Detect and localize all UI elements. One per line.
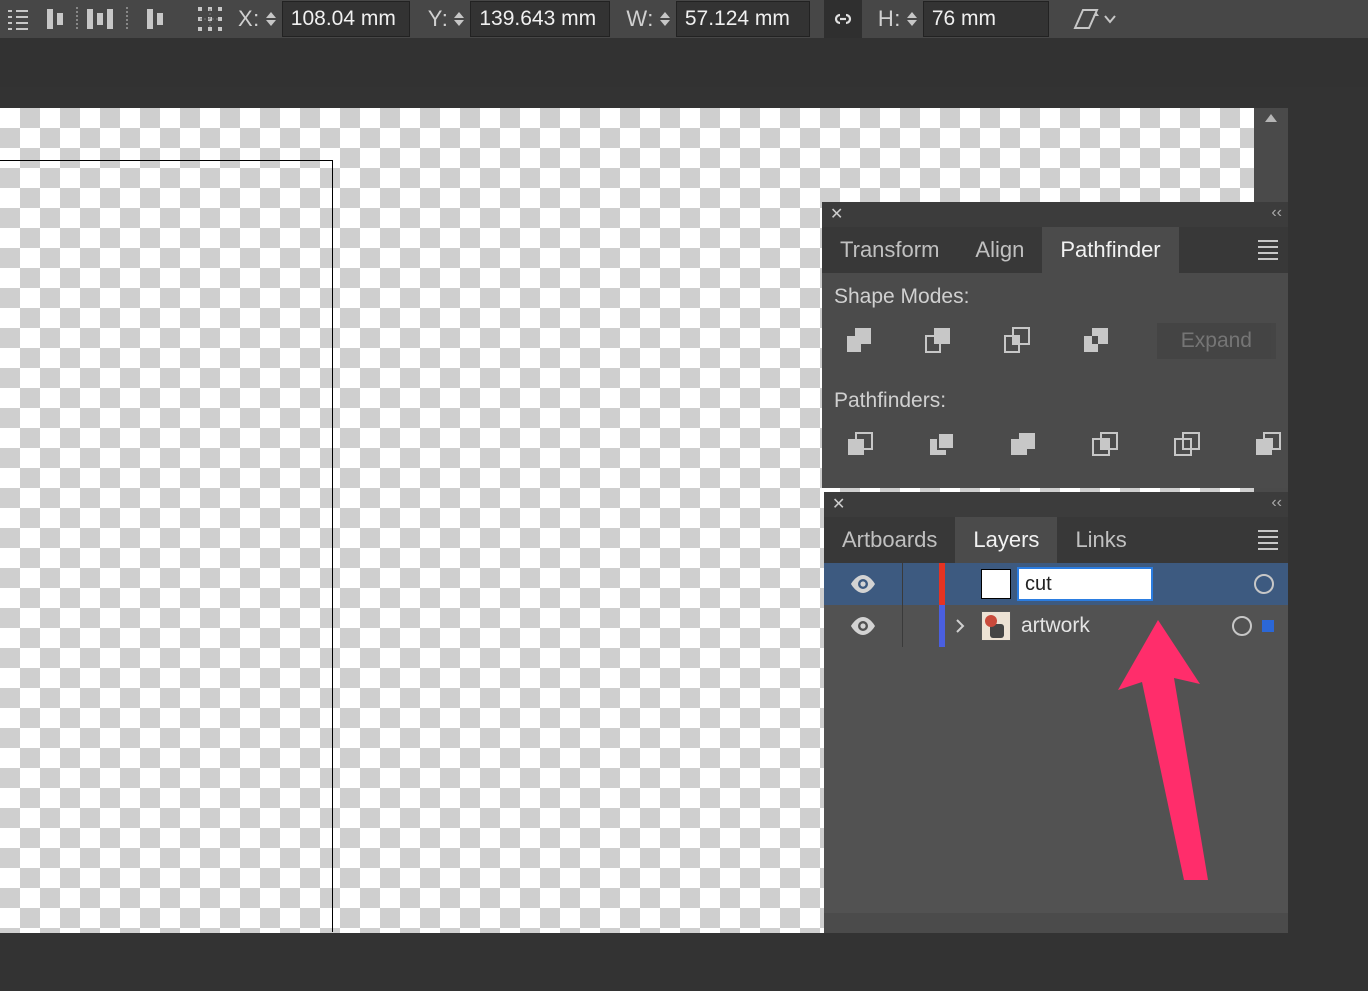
minus-back-icon[interactable] [1248,423,1288,467]
pathfinders-label: Pathfinders: [822,377,1288,423]
target-icon[interactable] [1254,574,1274,594]
divide-icon[interactable] [840,423,880,467]
tab-layers[interactable]: Layers [955,517,1057,563]
shear-transform-icon[interactable] [1071,0,1101,38]
h-value-input[interactable]: 76 mm [923,1,1049,37]
layer-name-input[interactable] [1017,567,1153,601]
align-distribute-group-icon[interactable] [36,0,186,38]
chevron-right-icon [955,619,965,633]
y-label: Y: [428,0,449,38]
w-label: W: [626,0,653,38]
tab-row: Artboards Layers Links [824,517,1288,563]
x-value-input[interactable]: 108.04 mm [282,1,410,37]
layer-row[interactable] [824,563,1288,605]
layer-list: artwork [824,563,1288,913]
visibility-toggle[interactable] [824,605,902,647]
transform-dropdown-icon[interactable] [1103,0,1117,38]
lock-toggle[interactable] [902,605,939,647]
tab-row: Transform Align Pathfinder [822,227,1288,273]
visibility-toggle[interactable] [824,563,902,605]
outline-icon[interactable] [1167,423,1207,467]
scroll-up-arrow-icon[interactable] [1265,114,1277,122]
tab-align[interactable]: Align [957,227,1042,273]
paragraph-align-icon[interactable] [0,0,36,38]
panel-titlebar[interactable]: ✕ ‹‹ [824,492,1288,517]
eye-icon [850,617,876,635]
x-label: X: [238,0,260,38]
w-spinner[interactable] [660,0,670,38]
panel-titlebar[interactable]: ✕ ‹‹ [822,202,1288,227]
reference-point-icon[interactable] [186,0,234,38]
link-proportions-icon[interactable] [824,0,862,38]
tab-pathfinder[interactable]: Pathfinder [1042,227,1178,273]
tab-links[interactable]: Links [1057,517,1144,563]
tab-transform[interactable]: Transform [822,227,957,273]
merge-icon[interactable] [1003,423,1043,467]
shape-modes-row: Expand [822,319,1288,377]
layer-thumbnail[interactable] [981,611,1011,641]
eye-icon [850,575,876,593]
target-icon[interactable] [1232,616,1252,636]
h-label: H: [878,0,901,38]
artboard-outline [0,160,333,932]
w-value-input[interactable]: 57.124 mm [676,1,810,37]
lock-toggle[interactable] [902,563,939,605]
x-spinner[interactable] [266,0,276,38]
toolbar-spacer [0,38,1368,87]
trim-icon[interactable] [922,423,962,467]
expand-toggle[interactable] [945,563,975,605]
y-value-input[interactable]: 139.643 mm [470,1,610,37]
tab-artboards[interactable]: Artboards [824,517,955,563]
pathfinders-row [822,423,1288,481]
expand-button: Expand [1157,323,1276,359]
panel-menu-icon[interactable] [1258,240,1278,260]
layer-thumbnail[interactable] [981,569,1011,599]
layers-panel: ✕ ‹‹ Artboards Layers Links [824,492,1288,933]
selection-indicator-icon[interactable] [1262,620,1274,632]
control-bar: X: 108.04 mm Y: 139.643 mm W: 57.124 mm … [0,0,1368,38]
crop-icon[interactable] [1085,423,1125,467]
pathfinder-panel: ✕ ‹‹ Transform Align Pathfinder Shape Mo… [822,202,1288,488]
collapse-panel-icon[interactable]: ‹‹ [1271,204,1282,222]
exclude-icon[interactable] [1078,319,1113,363]
close-panel-icon[interactable]: ✕ [822,202,851,227]
y-spinner[interactable] [454,0,464,38]
layer-row[interactable]: artwork [824,605,1288,647]
unite-icon[interactable] [840,319,875,363]
intersect-icon[interactable] [998,319,1033,363]
panel-menu-icon[interactable] [1258,530,1278,550]
minus-front-icon[interactable] [919,319,954,363]
collapse-panel-icon[interactable]: ‹‹ [1271,494,1282,512]
close-panel-icon[interactable]: ✕ [824,492,853,517]
layer-name-label[interactable]: artwork [1017,614,1090,638]
shape-modes-label: Shape Modes: [822,273,1288,319]
expand-toggle[interactable] [945,605,975,647]
h-spinner[interactable] [907,0,917,38]
